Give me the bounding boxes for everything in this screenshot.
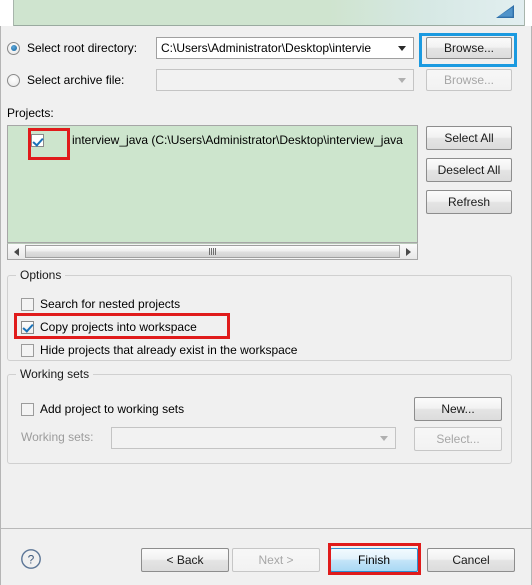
refresh-button[interactable]: Refresh	[426, 190, 512, 214]
project-item-checkbox[interactable]	[31, 134, 44, 147]
working-sets-group-title: Working sets	[16, 367, 94, 381]
chevron-down-icon[interactable]	[398, 45, 406, 51]
copy-projects-into-workspace-checkbox[interactable]	[21, 320, 34, 334]
add-project-to-working-sets-checkbox[interactable]	[21, 402, 34, 416]
archive-file-combo[interactable]	[156, 69, 414, 91]
select-archive-file-label: Select archive file:	[27, 73, 125, 87]
finish-button[interactable]: Finish	[330, 548, 418, 572]
hide-existing-projects-label: Hide projects that already exist in the …	[40, 343, 298, 357]
projects-horizontal-scrollbar[interactable]	[7, 243, 418, 260]
working-sets-combo[interactable]	[111, 427, 396, 449]
browse-root-directory-button[interactable]: Browse...	[426, 37, 512, 59]
option-copy-projects-into-workspace[interactable]: Copy projects into workspace	[21, 318, 197, 336]
copy-projects-into-workspace-label: Copy projects into workspace	[40, 320, 197, 334]
select-root-directory-radio[interactable]	[7, 41, 20, 55]
scroll-right-arrow-icon[interactable]	[400, 244, 417, 259]
import-wizard-arrow-icon	[496, 5, 514, 18]
chevron-down-icon-archive[interactable]	[398, 77, 406, 83]
next-button[interactable]: Next >	[232, 548, 320, 572]
deselect-all-button[interactable]: Deselect All	[426, 158, 512, 182]
dialog-content: Select root directory: C:\Users\Administ…	[0, 26, 532, 585]
chevron-down-icon-working-sets[interactable]	[380, 435, 388, 441]
options-group-title: Options	[16, 268, 66, 282]
add-project-to-working-sets-label: Add project to working sets	[40, 402, 185, 416]
projects-list[interactable]: interview_java (C:\Users\Administrator\D…	[7, 125, 418, 243]
svg-text:?: ?	[28, 553, 35, 567]
import-projects-dialog: Select root directory: C:\Users\Administ…	[0, 0, 532, 585]
browse-archive-file-button[interactable]: Browse...	[426, 69, 512, 91]
select-root-directory-radio-row[interactable]: Select root directory:	[7, 38, 137, 58]
scroll-left-arrow-icon[interactable]	[8, 244, 25, 259]
option-search-nested-projects[interactable]: Search for nested projects	[21, 295, 180, 313]
select-working-set-button[interactable]: Select...	[414, 427, 502, 451]
projects-section-label: Projects:	[7, 106, 54, 120]
cancel-button[interactable]: Cancel	[427, 548, 515, 572]
select-archive-file-radio[interactable]	[7, 73, 20, 87]
select-archive-file-radio-row[interactable]: Select archive file:	[7, 70, 124, 90]
add-project-to-working-sets-row[interactable]: Add project to working sets	[21, 400, 184, 418]
new-working-set-button[interactable]: New...	[414, 397, 502, 421]
help-question-icon[interactable]: ?	[20, 548, 42, 570]
select-all-button[interactable]: Select All	[426, 126, 512, 150]
scrollbar-thumb[interactable]	[25, 245, 400, 258]
option-hide-existing-projects[interactable]: Hide projects that already exist in the …	[21, 341, 297, 359]
back-button[interactable]: < Back	[141, 548, 229, 572]
root-directory-combo[interactable]: C:\Users\Administrator\Desktop\intervie	[156, 37, 414, 59]
select-root-directory-label: Select root directory:	[27, 41, 138, 55]
search-nested-projects-checkbox[interactable]	[21, 297, 34, 311]
scrollbar-track[interactable]	[25, 244, 400, 259]
search-nested-projects-label: Search for nested projects	[40, 297, 181, 311]
hide-existing-projects-checkbox[interactable]	[21, 343, 34, 357]
banner-right-edge	[524, 0, 532, 26]
root-directory-value: C:\Users\Administrator\Desktop\intervie	[161, 41, 372, 55]
project-item-label[interactable]: interview_java (C:\Users\Administrator\D…	[50, 131, 403, 149]
footer-separator	[1, 528, 531, 529]
wizard-banner	[0, 0, 532, 26]
banner-left-edge	[0, 0, 14, 26]
working-sets-field-label: Working sets:	[21, 430, 94, 444]
